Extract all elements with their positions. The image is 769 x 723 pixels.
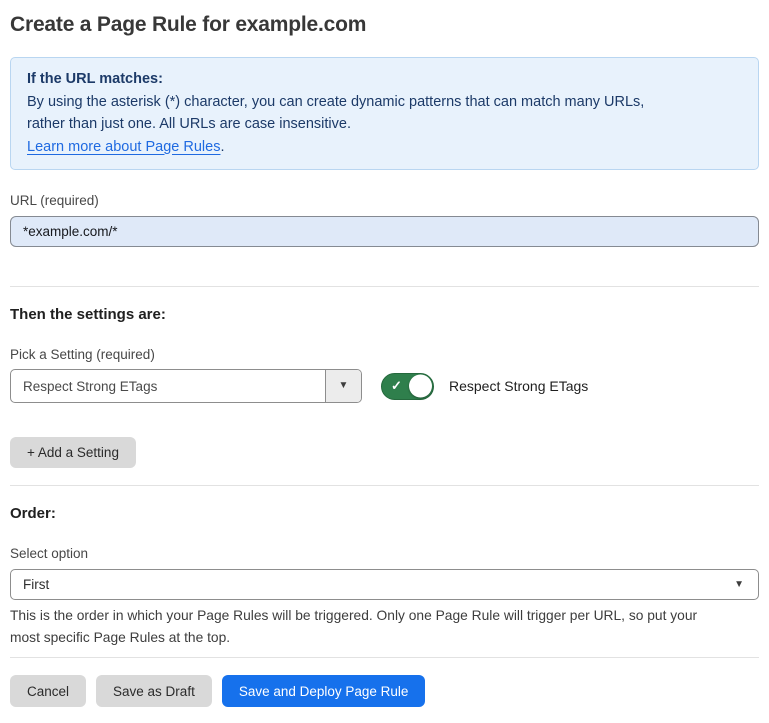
order-select-value: First xyxy=(23,577,734,592)
page-title: Create a Page Rule for example.com xyxy=(10,12,759,38)
save-and-deploy-button[interactable]: Save and Deploy Page Rule xyxy=(222,675,426,707)
order-section-heading: Order: xyxy=(10,504,759,523)
order-help-text: This is the order in which your Page Rul… xyxy=(10,605,759,649)
link-suffix-period: . xyxy=(220,139,224,155)
setting-select-arrow-button[interactable]: ▼ xyxy=(325,370,361,402)
divider xyxy=(10,657,759,658)
toggle-label: Respect Strong ETags xyxy=(449,378,588,394)
url-input[interactable] xyxy=(10,216,759,247)
order-help-line-1: This is the order in which your Page Rul… xyxy=(10,605,759,627)
respect-strong-etags-toggle[interactable]: ✓ xyxy=(381,373,434,400)
url-field-label: URL (required) xyxy=(10,193,759,209)
setting-row: Respect Strong ETags ▼ ✓ Respect Strong … xyxy=(10,369,759,403)
info-box-heading: If the URL matches: xyxy=(27,68,742,91)
order-help-line-2: most specific Page Rules at the top. xyxy=(10,627,759,649)
divider xyxy=(10,286,759,287)
info-box-body-line-1: By using the asterisk (*) character, you… xyxy=(27,91,742,114)
add-setting-button[interactable]: + Add a Setting xyxy=(10,437,136,468)
order-select[interactable]: First ▼ xyxy=(10,569,759,600)
save-as-draft-button[interactable]: Save as Draft xyxy=(96,675,212,707)
setting-select[interactable]: Respect Strong ETags ▼ xyxy=(10,369,362,403)
chevron-down-icon: ▼ xyxy=(734,580,744,590)
url-match-info-box: If the URL matches: By using the asteris… xyxy=(10,57,759,170)
info-box-body-line-2: rather than just one. All URLs are case … xyxy=(27,113,742,136)
learn-more-link[interactable]: Learn more about Page Rules xyxy=(27,139,220,155)
setting-select-value: Respect Strong ETags xyxy=(11,370,325,402)
divider xyxy=(10,485,759,486)
pick-setting-label: Pick a Setting (required) xyxy=(10,347,759,363)
order-select-label: Select option xyxy=(10,546,759,562)
toggle-knob xyxy=(409,375,432,398)
form-actions: Cancel Save as Draft Save and Deploy Pag… xyxy=(10,675,759,707)
settings-section-heading: Then the settings are: xyxy=(10,305,759,324)
cancel-button[interactable]: Cancel xyxy=(10,675,86,707)
create-page-rule-form: Create a Page Rule for example.com If th… xyxy=(0,0,769,723)
chevron-down-icon: ▼ xyxy=(339,381,349,391)
check-icon: ✓ xyxy=(391,379,402,392)
info-box-link-line: Learn more about Page Rules. xyxy=(27,136,742,159)
